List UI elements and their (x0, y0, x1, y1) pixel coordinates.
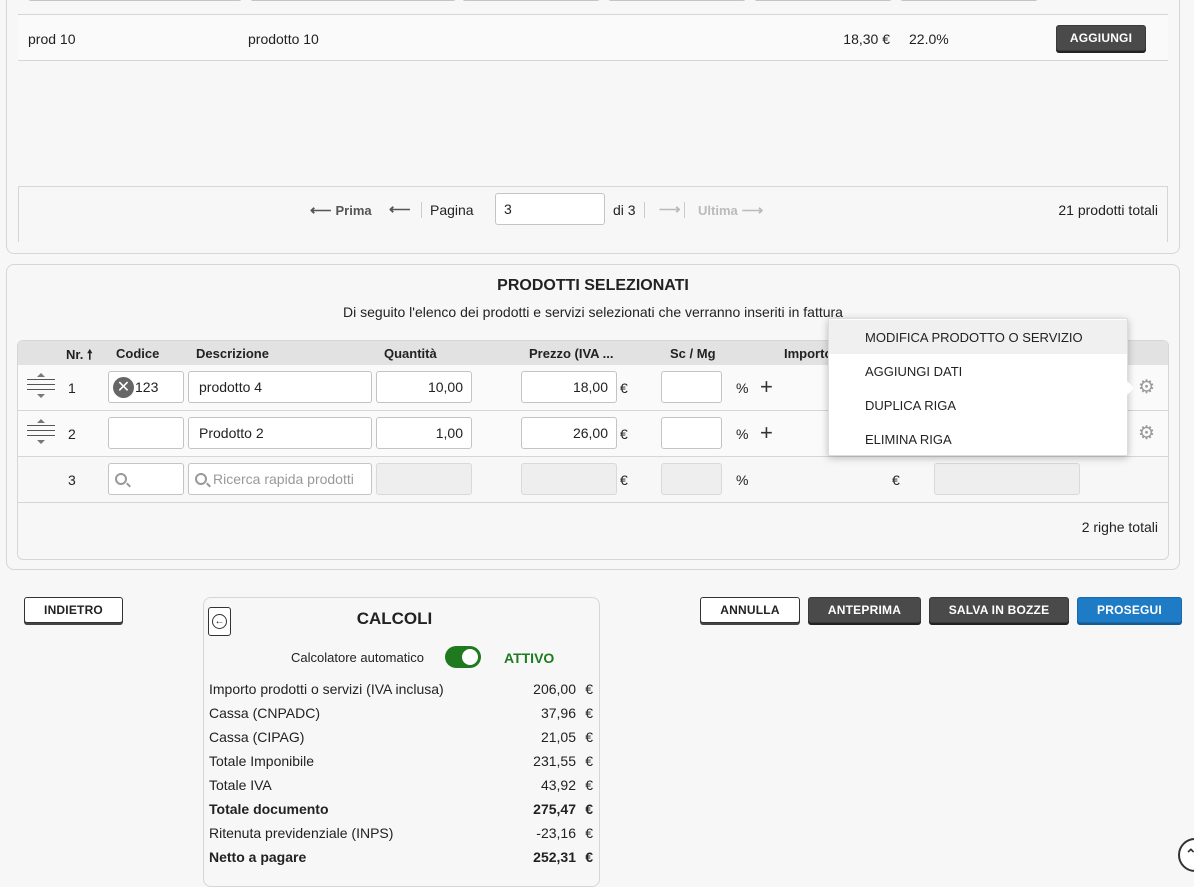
cancel-button[interactable]: ANNULLA (700, 597, 800, 623)
rows-total: 2 righe totali (1081, 519, 1158, 535)
add-product-button[interactable]: AGGIUNGI (1056, 25, 1146, 51)
gear-icon[interactable]: ⚙ (1138, 376, 1155, 399)
quantity-field[interactable]: 1,00 (376, 417, 472, 449)
search-icon (195, 473, 211, 488)
menu-delete-row[interactable]: ELIMINA RIGA (829, 422, 1127, 456)
chevron-up-icon: ⌃ (1185, 846, 1194, 862)
menu-add-data[interactable]: AGGIUNGI DATI (829, 354, 1127, 388)
gear-icon[interactable]: ⚙ (1138, 422, 1155, 445)
last-page-button[interactable]: Ultima ⟶ (698, 201, 763, 219)
code-field[interactable] (108, 417, 184, 449)
price-currency: € (620, 426, 628, 442)
calc-title: CALCOLI (356, 609, 433, 628)
auto-calc-label: Calcolatore automatico (291, 650, 424, 665)
code-search-field[interactable] (108, 463, 184, 495)
calc-row: Ritenuta previdenziale (INPS) -23,16 € (209, 825, 593, 841)
arrow-left-icon: ⟵ (389, 201, 411, 218)
page-label: Pagina (430, 202, 474, 218)
drag-handle-icon[interactable] (27, 373, 55, 399)
auto-calc-toggle[interactable] (445, 646, 481, 668)
col-importo[interactable]: Importo (784, 346, 832, 361)
next-page-button[interactable]: ⟶ (659, 200, 681, 218)
price-field[interactable]: 18,00 (521, 371, 617, 403)
first-page-button[interactable]: ⟵ Prima (310, 201, 372, 219)
section-title: PRODOTTI SELEZIONATI (497, 277, 689, 294)
description-field[interactable]: Prodotto 2 (188, 417, 372, 449)
importo-field (934, 463, 1080, 495)
back-button[interactable]: INDIETRO (24, 597, 123, 623)
search-icon (115, 473, 131, 488)
calc-row: Importo prodotti o servizi (IVA inclusa)… (209, 681, 593, 697)
filter-row-partial (18, 0, 1168, 2)
calc-row: Cassa (CIPAG) 21,05 € (209, 729, 593, 745)
row-number: 1 (68, 380, 76, 396)
product-row: prod 10 prodotto 10 18,30 € 22.0% (18, 15, 1168, 60)
auto-calc-state: ATTIVO (504, 650, 555, 666)
price-field[interactable]: 26,00 (521, 417, 617, 449)
row-number: 2 (68, 426, 76, 442)
price-currency: € (620, 472, 628, 488)
clear-icon[interactable]: ✕ (113, 376, 134, 398)
quantity-field[interactable]: 10,00 (376, 371, 472, 403)
col-descrizione[interactable]: Descrizione (196, 346, 269, 361)
percent-sign: % (736, 380, 749, 396)
importo-currency: € (892, 472, 900, 488)
scroll-top-button[interactable]: ⌃ (1178, 838, 1194, 872)
page-total-label: di 3 (613, 202, 636, 218)
arrow-left-icon: ⟵ (310, 202, 332, 219)
menu-edit-product[interactable]: MODIFICA PRODOTTO O SERVIZIO (829, 320, 1127, 354)
menu-duplicate-row[interactable]: DUPLICA RIGA (829, 388, 1127, 422)
col-sconto[interactable]: Sc / Mg (670, 346, 716, 361)
percent-sign: % (736, 426, 749, 442)
product-price: 18,30 € (843, 31, 890, 47)
price-field (521, 463, 617, 495)
arrow-up-icon: 🠕 (86, 347, 93, 362)
calc-row-net: Netto a pagare 252,31 € (209, 849, 593, 865)
row-context-menu: MODIFICA PRODOTTO O SERVIZIO AGGIUNGI DA… (828, 318, 1128, 456)
product-vat: 22.0% (909, 31, 949, 47)
quick-search-input[interactable]: Ricerca rapida prodotti (188, 463, 372, 495)
discount-field (661, 463, 722, 495)
page-number-input[interactable]: 3 (495, 193, 605, 225)
product-description: prodotto 10 (248, 31, 319, 47)
calc-row: Totale Imponibile 231,55 € (209, 753, 593, 769)
arrow-right-icon: ⟶ (741, 202, 764, 219)
prev-page-button[interactable]: ⟵ (389, 200, 411, 218)
plus-icon[interactable]: + (760, 374, 773, 400)
col-quantita[interactable]: Quantità (384, 346, 437, 361)
discount-field[interactable] (661, 417, 722, 449)
plus-icon[interactable]: + (760, 420, 773, 446)
calc-row-total: Totale documento 275,47 € (209, 801, 593, 817)
product-code: prod 10 (28, 31, 76, 47)
quantity-field (376, 463, 472, 495)
price-currency: € (620, 380, 628, 396)
menu-pointer (1126, 380, 1134, 396)
pagination: ⟵ Prima ⟵ Pagina 3 di 3 ⟶ Ultima ⟶ 21 pr… (0, 192, 1194, 226)
percent-sign: % (736, 472, 749, 488)
products-total: 21 prodotti totali (1058, 202, 1158, 218)
description-field[interactable]: prodotto 4 (188, 371, 372, 403)
calc-row: Totale IVA 43,92 € (209, 777, 593, 793)
discount-field[interactable] (661, 371, 722, 403)
preview-button[interactable]: ANTEPRIMA (808, 597, 921, 623)
arrow-right-icon: ⟶ (659, 201, 681, 218)
calc-row: Cassa (CNPADC) 37,96 € (209, 705, 593, 721)
col-prezzo[interactable]: Prezzo (IVA ... (529, 346, 614, 361)
continue-button[interactable]: PROSEGUI (1077, 597, 1182, 623)
code-field[interactable]: ✕ 123 (108, 371, 184, 403)
drag-handle-icon[interactable] (27, 419, 55, 445)
row-number: 3 (68, 472, 76, 488)
save-draft-button[interactable]: SALVA IN BOZZE (929, 597, 1069, 623)
col-codice[interactable]: Codice (116, 346, 159, 361)
